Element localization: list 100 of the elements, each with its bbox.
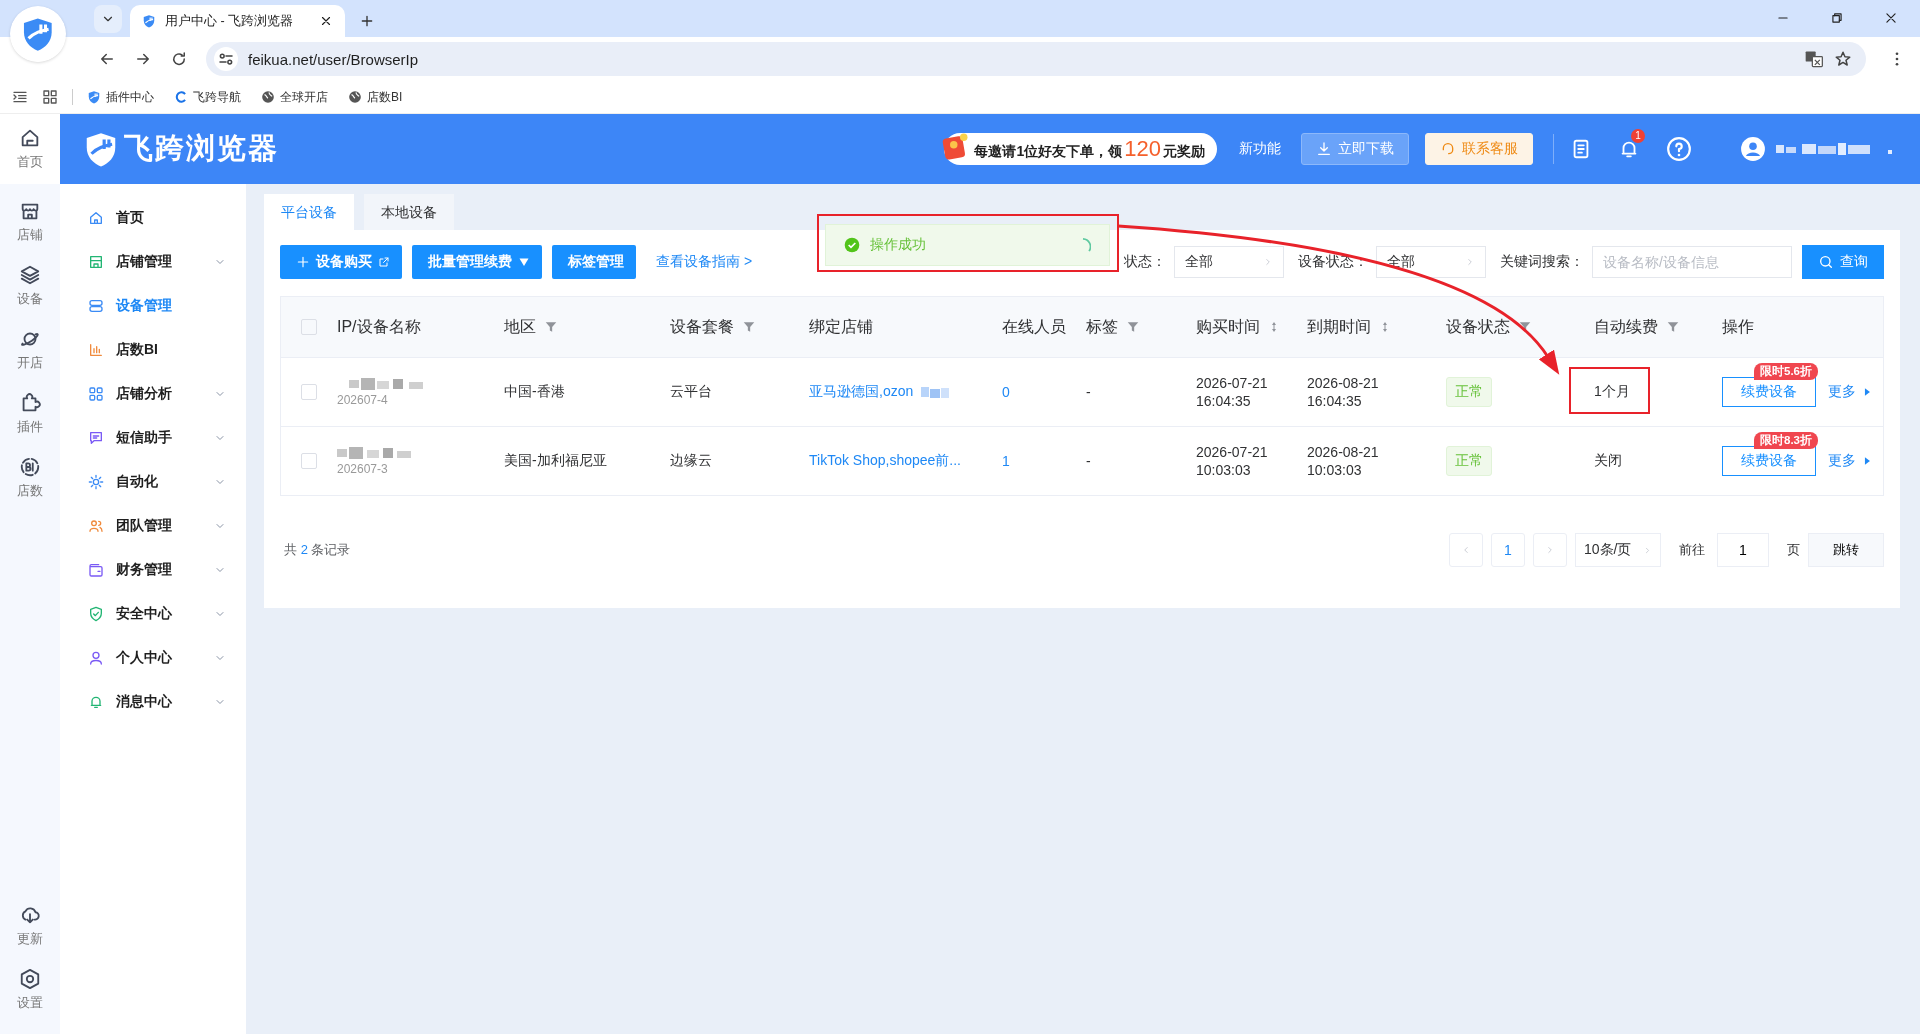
shield-check-icon bbox=[88, 606, 104, 622]
help-icon[interactable] bbox=[1666, 136, 1692, 162]
record-total: 共 2 条记录 bbox=[284, 541, 351, 559]
bookmark[interactable]: 插件中心 bbox=[87, 88, 154, 106]
filter-icon[interactable] bbox=[1126, 320, 1140, 334]
tab[interactable]: 本地设备 bbox=[364, 194, 454, 230]
sidebar-item[interactable]: 店铺分析 bbox=[88, 372, 246, 416]
store-icon bbox=[88, 254, 104, 270]
column-header[interactable]: 地区 bbox=[504, 316, 536, 338]
rail-item[interactable]: 设置 bbox=[0, 958, 60, 1022]
table-cell: 关闭 bbox=[1594, 452, 1622, 470]
rail-item[interactable]: 开店 bbox=[0, 318, 60, 382]
store-link[interactable]: TikTok Shop,shopee前... bbox=[809, 452, 961, 470]
browser-tab[interactable]: 用户中心 - 飞跨浏览器 bbox=[130, 5, 345, 37]
plus-icon[interactable] bbox=[359, 13, 375, 29]
search-label: 关键词搜索： bbox=[1500, 253, 1584, 271]
page-input-field[interactable]: 1 bbox=[1717, 533, 1769, 567]
column-header[interactable]: 到期时间 bbox=[1307, 316, 1371, 338]
bookmark[interactable]: 飞跨导航 bbox=[174, 88, 241, 106]
rail-item[interactable]: 首页 bbox=[0, 114, 60, 184]
download-icon bbox=[1316, 141, 1332, 157]
status-tag: 正常 bbox=[1446, 377, 1492, 407]
more-link[interactable]: 更多 bbox=[1828, 383, 1872, 401]
jump-button[interactable]: 跳转 bbox=[1808, 533, 1884, 567]
table-cell: 1个月 bbox=[1594, 383, 1630, 401]
home-icon bbox=[88, 210, 104, 226]
chevron-right-icon bbox=[1263, 257, 1273, 267]
column-header[interactable]: 自动续费 bbox=[1594, 316, 1658, 338]
translate-icon[interactable] bbox=[1804, 49, 1824, 69]
filter-icon[interactable] bbox=[1666, 320, 1680, 334]
sun-icon bbox=[88, 474, 104, 490]
status-select[interactable]: 全部 bbox=[1174, 246, 1284, 278]
close-icon[interactable] bbox=[1884, 11, 1898, 25]
rail-item[interactable]: 插件 bbox=[0, 382, 60, 446]
rail-item[interactable]: 店数 bbox=[0, 446, 60, 510]
restore-icon[interactable] bbox=[1830, 11, 1844, 25]
new-features-link[interactable]: 新功能 bbox=[1239, 140, 1281, 158]
table-cell: 美国-加利福尼亚 bbox=[504, 452, 607, 470]
caret-right-icon bbox=[1862, 456, 1872, 466]
sidebar-item[interactable]: 团队管理 bbox=[88, 504, 246, 548]
column-header[interactable]: 操作 bbox=[1722, 316, 1754, 338]
column-header[interactable]: 在线人员 bbox=[1002, 316, 1066, 338]
reading-list-icon[interactable] bbox=[12, 89, 28, 105]
sidebar-item[interactable]: 首页 bbox=[88, 196, 246, 240]
filter-icon[interactable] bbox=[742, 320, 756, 334]
page-size-select[interactable]: 10条/页 bbox=[1575, 533, 1661, 567]
settings-icon bbox=[19, 968, 41, 990]
page-number[interactable]: 1 bbox=[1491, 533, 1525, 567]
column-header[interactable]: 绑定店铺 bbox=[809, 316, 873, 338]
sidebar-item[interactable]: 安全中心 bbox=[88, 592, 246, 636]
layers-icon bbox=[19, 264, 41, 286]
goto-label: 前往 bbox=[1679, 541, 1705, 559]
column-header[interactable]: 购买时间 bbox=[1196, 316, 1260, 338]
checkbox[interactable] bbox=[301, 319, 317, 335]
caret-right-icon bbox=[1862, 387, 1872, 397]
store-link[interactable]: 亚马逊德国,ozon bbox=[809, 383, 914, 401]
c-logo-icon bbox=[174, 90, 188, 104]
rail-item[interactable]: 设备 bbox=[0, 254, 60, 318]
reload-icon[interactable] bbox=[170, 50, 188, 68]
site-settings-icon[interactable] bbox=[214, 47, 238, 71]
sidebar-item[interactable]: 设备管理 bbox=[88, 284, 246, 328]
globe-icon bbox=[261, 90, 275, 104]
rail-item[interactable]: 店铺 bbox=[0, 190, 60, 254]
keyword-search-field[interactable]: 设备名称/设备信息 bbox=[1592, 246, 1792, 278]
sidebar-item[interactable]: 消息中心 bbox=[88, 680, 246, 724]
close-icon[interactable] bbox=[319, 14, 333, 28]
app-logo-icon[interactable] bbox=[10, 6, 66, 62]
filter-icon[interactable] bbox=[544, 320, 558, 334]
status-tag: 正常 bbox=[1446, 446, 1492, 476]
sidebar-item[interactable]: 财务管理 bbox=[88, 548, 246, 592]
address-bar[interactable]: feikua.net/user/BrowserIp bbox=[206, 42, 1866, 76]
promo-banner[interactable]: 每邀请1位好友下单，领 120 元奖励 bbox=[944, 133, 1217, 165]
apps-grid-icon[interactable] bbox=[42, 89, 58, 105]
avatar-icon[interactable] bbox=[1740, 136, 1766, 162]
bell-icon bbox=[88, 694, 104, 710]
bookmark[interactable]: 全球开店 bbox=[261, 88, 328, 106]
sidebar-item[interactable]: 短信助手 bbox=[88, 416, 246, 460]
person-icon bbox=[88, 650, 104, 666]
guide-link[interactable]: 查看设备指南 > bbox=[656, 253, 753, 271]
tab-title: 用户中心 - 飞跨浏览器 bbox=[165, 12, 295, 30]
column-header[interactable]: IP/设备名称 bbox=[337, 316, 421, 338]
sidebar-item[interactable]: 店铺管理 bbox=[88, 240, 246, 284]
column-header[interactable]: 设备套餐 bbox=[670, 316, 734, 338]
table-cell-text: 2026-08-21 16:04:35 bbox=[1307, 374, 1380, 410]
sidebar-item[interactable]: 个人中心 bbox=[88, 636, 246, 680]
sidebar-item[interactable]: 店数BI bbox=[88, 328, 246, 372]
rail-item[interactable]: 更新 bbox=[0, 894, 60, 958]
more-link[interactable]: 更多 bbox=[1828, 452, 1872, 470]
sidebar-item[interactable]: 自动化 bbox=[88, 460, 246, 504]
checkbox[interactable] bbox=[301, 453, 317, 469]
column-header[interactable]: 标签 bbox=[1086, 316, 1118, 338]
checkbox[interactable] bbox=[301, 384, 317, 400]
online-count-link[interactable]: 0 bbox=[1002, 384, 1010, 400]
star-icon[interactable] bbox=[1834, 50, 1852, 68]
online-count-link[interactable]: 1 bbox=[1002, 453, 1010, 469]
shield-icon bbox=[142, 14, 156, 28]
table-cell-text: 2026-07-21 16:04:35 bbox=[1196, 374, 1269, 410]
column-header[interactable]: 设备状态 bbox=[1446, 316, 1510, 338]
bookmark[interactable]: 店数BI bbox=[348, 88, 403, 106]
tab[interactable]: 平台设备 bbox=[264, 194, 354, 230]
